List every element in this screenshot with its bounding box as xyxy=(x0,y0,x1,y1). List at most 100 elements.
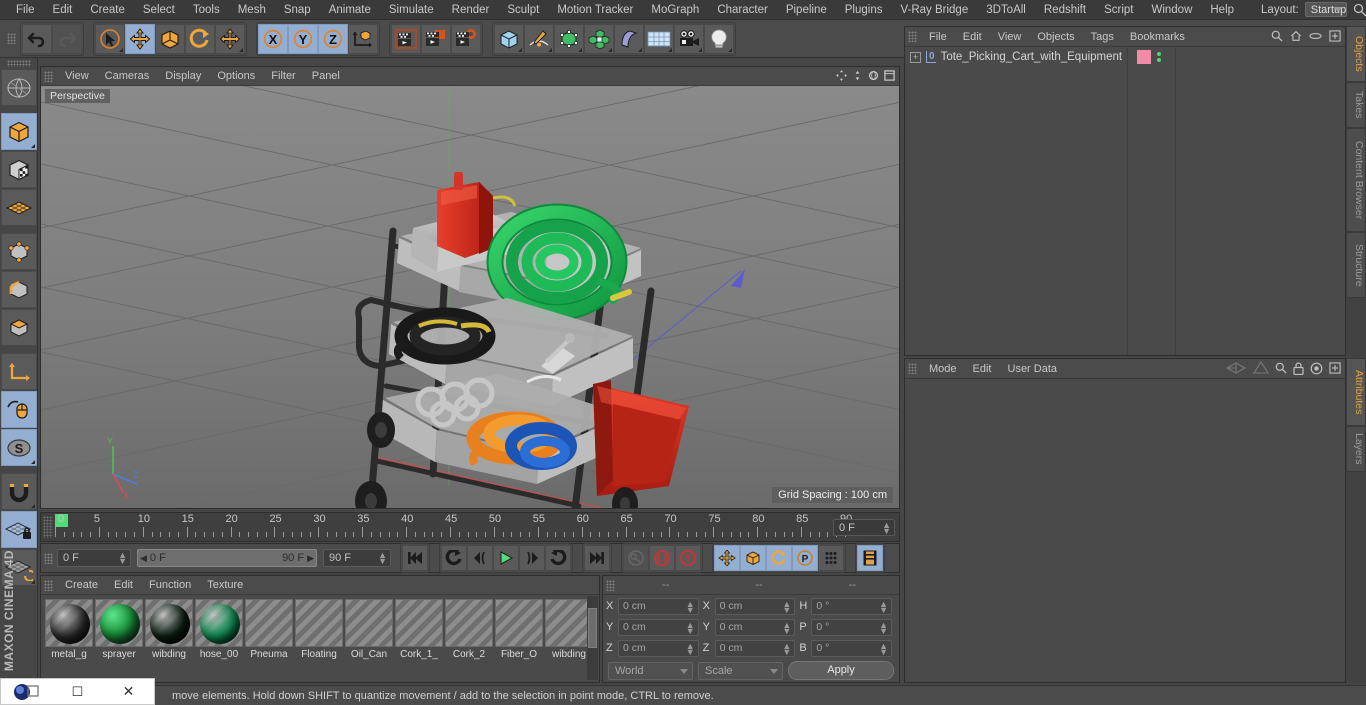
attribute-menu-user-data[interactable]: User Data xyxy=(1000,359,1066,379)
material-scrollbar[interactable] xyxy=(587,596,598,680)
attribute-menu-edit[interactable]: Edit xyxy=(965,359,1000,379)
spinner-icon[interactable]: ▲ ▼ xyxy=(686,620,695,635)
preview-range-left-arrow[interactable]: ◀ xyxy=(140,553,147,564)
rotate-view-icon[interactable] xyxy=(868,70,879,81)
rotate-tool[interactable] xyxy=(185,23,215,54)
viewport-menu-options[interactable]: Options xyxy=(209,67,263,86)
material-thumbnail[interactable] xyxy=(95,599,143,647)
pos-y-input[interactable]: 0 cm ▲ ▼ xyxy=(618,618,699,636)
viewport-menu-filter[interactable]: Filter xyxy=(263,67,303,86)
max-frame-input[interactable]: 90 F ▲ ▼ xyxy=(323,549,391,567)
rot-b-input[interactable]: 0 ° ▲ ▼ xyxy=(811,639,893,657)
redo-button[interactable] xyxy=(52,23,82,54)
record-rotation-button[interactable] xyxy=(766,545,792,571)
material-thumbnail[interactable] xyxy=(345,599,393,647)
menu-edit[interactable]: Edit xyxy=(44,0,82,20)
play-button[interactable] xyxy=(493,545,519,571)
material-thumbnail[interactable] xyxy=(295,599,343,647)
spinner-icon[interactable]: ▲ ▼ xyxy=(782,641,791,656)
ellipse-icon[interactable] xyxy=(1309,31,1322,41)
preview-range-bar[interactable]: ◀ 0 F 90 F ▶ xyxy=(137,549,317,567)
viewport-menu-view[interactable]: View xyxy=(57,67,97,86)
add-scene-environment-button[interactable] xyxy=(644,23,674,54)
rot-p-input[interactable]: 0 ° ▲ ▼ xyxy=(811,618,893,636)
menu-3dtoall[interactable]: 3DToAll xyxy=(977,0,1035,20)
step-back-button[interactable] xyxy=(467,545,493,571)
target-icon[interactable] xyxy=(1310,362,1323,375)
material-thumbnail[interactable] xyxy=(395,599,443,647)
material-menu-create[interactable]: Create xyxy=(57,576,106,595)
material-thumbnail[interactable] xyxy=(45,599,93,647)
current-frame-input[interactable]: 0 F ▲ ▼ xyxy=(57,549,131,567)
menu-create[interactable]: Create xyxy=(81,0,134,20)
spinner-icon[interactable]: ▲ ▼ xyxy=(879,641,888,656)
search-icon[interactable] xyxy=(1353,3,1366,17)
tab-structure[interactable]: Structure xyxy=(1346,232,1366,298)
size-mode-select[interactable]: Scale xyxy=(698,661,783,680)
add-array-button[interactable] xyxy=(584,23,614,54)
menu-plugins[interactable]: Plugins xyxy=(836,0,892,20)
viewport-grip-handle[interactable] xyxy=(44,70,53,82)
live-selection-tool[interactable] xyxy=(95,23,125,54)
spinner-icon[interactable]: ▲ ▼ xyxy=(879,599,888,614)
render-settings-button[interactable] xyxy=(451,23,481,54)
material-menu-edit[interactable]: Edit xyxy=(106,576,141,595)
viewport-menu-cameras[interactable]: Cameras xyxy=(97,67,158,86)
app-icon[interactable] xyxy=(1,683,52,701)
menu-render[interactable]: Render xyxy=(443,0,499,20)
material-thumbnail[interactable] xyxy=(195,599,243,647)
object-name-label[interactable]: Tote_Picking_Cart_with_Equipment xyxy=(941,51,1123,63)
previous-key-button[interactable] xyxy=(441,545,467,571)
object-tree[interactable]: + 0 Tote_Picking_Cart_with_Equipment xyxy=(905,47,1345,355)
toolbar-grip-handle[interactable] xyxy=(7,33,16,44)
menu-pipeline[interactable]: Pipeline xyxy=(777,0,836,20)
polygon-mode-button[interactable] xyxy=(1,309,37,346)
search-icon[interactable] xyxy=(1275,362,1287,374)
workplane-mode-button[interactable] xyxy=(1,189,37,226)
material-manager-grip-handle[interactable] xyxy=(44,579,53,591)
rot-h-input[interactable]: 0 ° ▲ ▼ xyxy=(811,597,893,615)
left-toolbar-grip-handle[interactable] xyxy=(6,60,31,67)
material-item[interactable]: Cork_1_ xyxy=(395,599,443,661)
point-mode-button[interactable] xyxy=(1,233,37,270)
render-view-button[interactable] xyxy=(391,23,421,54)
object-menu-bookmarks[interactable]: Bookmarks xyxy=(1122,27,1193,47)
size-y-input[interactable]: 0 cm ▲ ▼ xyxy=(714,618,796,636)
scrollbar-thumb[interactable] xyxy=(588,608,597,648)
timeline-view-button[interactable] xyxy=(857,545,883,571)
enable-axis-modification-button[interactable] xyxy=(1,391,37,428)
object-tree-row[interactable]: + 0 Tote_Picking_Cart_with_Equipment xyxy=(905,47,1345,67)
material-item[interactable]: sprayer xyxy=(95,599,143,661)
viewport-3d-canvas[interactable]: Y Z X Perspective Grid Spacing : 100 cm xyxy=(41,86,899,508)
material-thumbnail[interactable] xyxy=(545,599,593,647)
attribute-content-area[interactable] xyxy=(905,379,1345,682)
history-back-icon[interactable] xyxy=(1225,361,1247,375)
history-forward-icon[interactable] xyxy=(1253,361,1269,375)
world-object-coordinate-button[interactable] xyxy=(348,23,378,54)
spinner-icon[interactable]: ▲ ▼ xyxy=(686,599,695,614)
tab-attributes[interactable]: Attributes xyxy=(1346,358,1366,426)
menu-help[interactable]: Help xyxy=(1201,0,1243,20)
material-thumbnail[interactable] xyxy=(495,599,543,647)
material-thumbnail[interactable] xyxy=(145,599,193,647)
home-icon[interactable] xyxy=(1290,30,1302,42)
menu-vray-bridge[interactable]: V-Ray Bridge xyxy=(891,0,977,20)
menu-tools[interactable]: Tools xyxy=(184,0,229,20)
spinner-icon[interactable]: ▲ ▼ xyxy=(686,641,695,656)
layout-select[interactable]: Startup xyxy=(1304,2,1348,17)
coordinate-system-select[interactable]: World xyxy=(608,661,693,680)
pos-x-input[interactable]: 0 cm ▲ ▼ xyxy=(618,597,699,615)
expand-icon[interactable] xyxy=(1329,362,1341,374)
scale-tool[interactable] xyxy=(155,23,185,54)
material-menu-function[interactable]: Function xyxy=(141,576,199,595)
material-menu-texture[interactable]: Texture xyxy=(199,576,251,595)
lock-icon[interactable] xyxy=(1293,362,1304,375)
add-deformer-button[interactable] xyxy=(614,23,644,54)
add-light-button[interactable] xyxy=(704,23,734,54)
material-item[interactable]: Pneuma xyxy=(245,599,293,661)
spinner-icon[interactable]: ▲ ▼ xyxy=(879,620,888,635)
size-z-input[interactable]: 0 cm ▲ ▼ xyxy=(714,639,796,657)
material-thumbnail[interactable] xyxy=(445,599,493,647)
object-menu-objects[interactable]: Objects xyxy=(1029,27,1082,47)
add-camera-button[interactable] xyxy=(674,23,704,54)
